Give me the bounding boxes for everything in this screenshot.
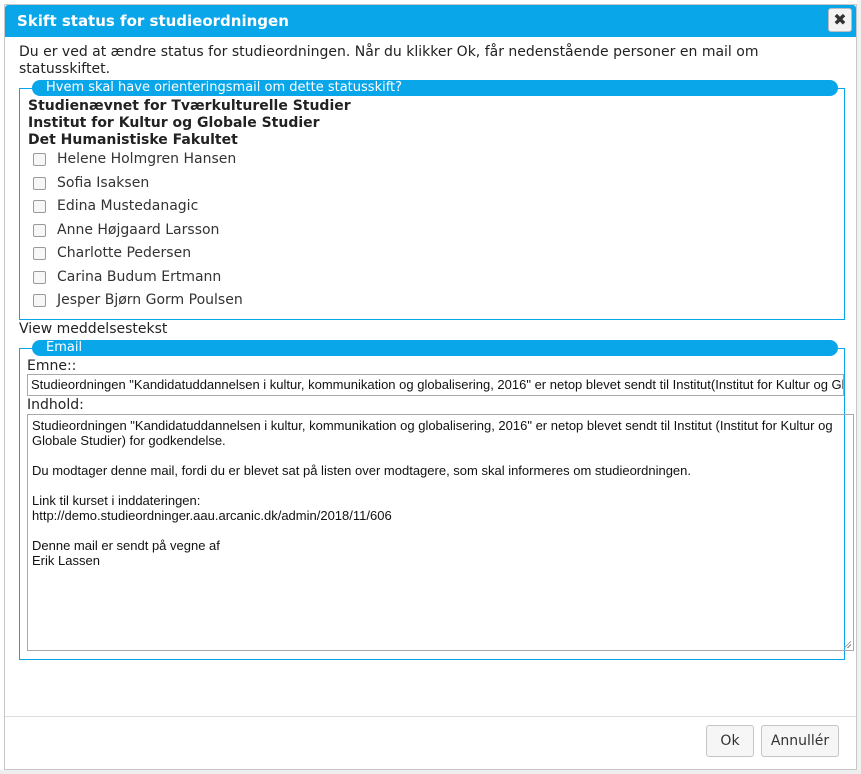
person-name: Anne Højgaard Larsson	[57, 221, 220, 238]
body-textarea[interactable]: Studieordningen "Kandidatuddannelsen i k…	[27, 414, 854, 651]
person-name: Helene Holmgren Hansen	[57, 151, 237, 167]
body-paragraph: Denne mail er sendt på vegne af Erik Las…	[32, 538, 220, 568]
ok-button[interactable]: Ok	[706, 725, 754, 757]
status-change-dialog: Skift status for studieordningen ✖ Du er…	[4, 4, 857, 770]
close-icon: ✖	[833, 10, 847, 29]
person-checkbox[interactable]	[33, 176, 46, 190]
body-paragraph: Studieordningen "Kandidatuddannelsen i k…	[32, 418, 833, 448]
dialog-titlebar: Skift status for studieordningen ✖	[5, 5, 856, 37]
person-name: Sofia Isaksen	[57, 174, 150, 191]
view-message-link[interactable]: View meddelsestekst	[19, 321, 167, 337]
intro-text: Du er ved at ændre status for studieordn…	[19, 44, 759, 77]
person-checkbox[interactable]	[33, 153, 46, 166]
body-paragraph: Du modtager denne mail, fordi du er blev…	[32, 463, 692, 478]
recipients-legend-text: Hvem skal have orienteringsmail om dette…	[46, 80, 403, 95]
background-page-bottom	[0, 770, 861, 774]
recipients-legend: Hvem skal have orienteringsmail om dette…	[32, 80, 838, 96]
background-page	[857, 0, 861, 774]
person-checkbox[interactable]	[33, 294, 46, 307]
organization-item: Det Humanistiske Fakultet	[28, 132, 238, 148]
dialog-title: Skift status for studieordningen	[17, 12, 289, 30]
subject-label: Emne::	[27, 358, 77, 374]
resize-grip-icon[interactable]	[843, 640, 851, 648]
email-legend: Email	[32, 340, 838, 356]
subject-input[interactable]: Studieordningen "Kandidatuddannelsen i k…	[27, 374, 844, 396]
body-label: Indhold:	[27, 397, 84, 413]
person-checkbox[interactable]	[33, 247, 46, 260]
person-checkbox[interactable]	[33, 223, 46, 237]
person-name: Charlotte Pedersen	[57, 245, 192, 261]
email-legend-text: Email	[46, 340, 83, 355]
person-checkbox[interactable]	[33, 200, 46, 213]
person-checkbox[interactable]	[33, 270, 46, 284]
footer-divider	[5, 716, 856, 717]
recipients-fieldset: Hvem skal have orienteringsmail om dette…	[19, 80, 845, 320]
close-button[interactable]: ✖	[828, 8, 852, 32]
body-paragraph: Link til kurset i inddateringen: http://…	[32, 493, 392, 523]
organization-item: Studienævnet for Tværkulturelle Studier	[28, 98, 351, 114]
organization-list: Studienævnet for Tværkulturelle Studier …	[28, 98, 351, 149]
organization-item: Institut for Kultur og Globale Studier	[28, 115, 320, 131]
person-name: Edina Mustedanagic	[57, 198, 199, 214]
person-name: Carina Budum Ertmann	[57, 268, 222, 285]
cancel-button[interactable]: Annullér	[761, 725, 839, 757]
person-name: Jesper Bjørn Gorm Poulsen	[57, 292, 243, 308]
